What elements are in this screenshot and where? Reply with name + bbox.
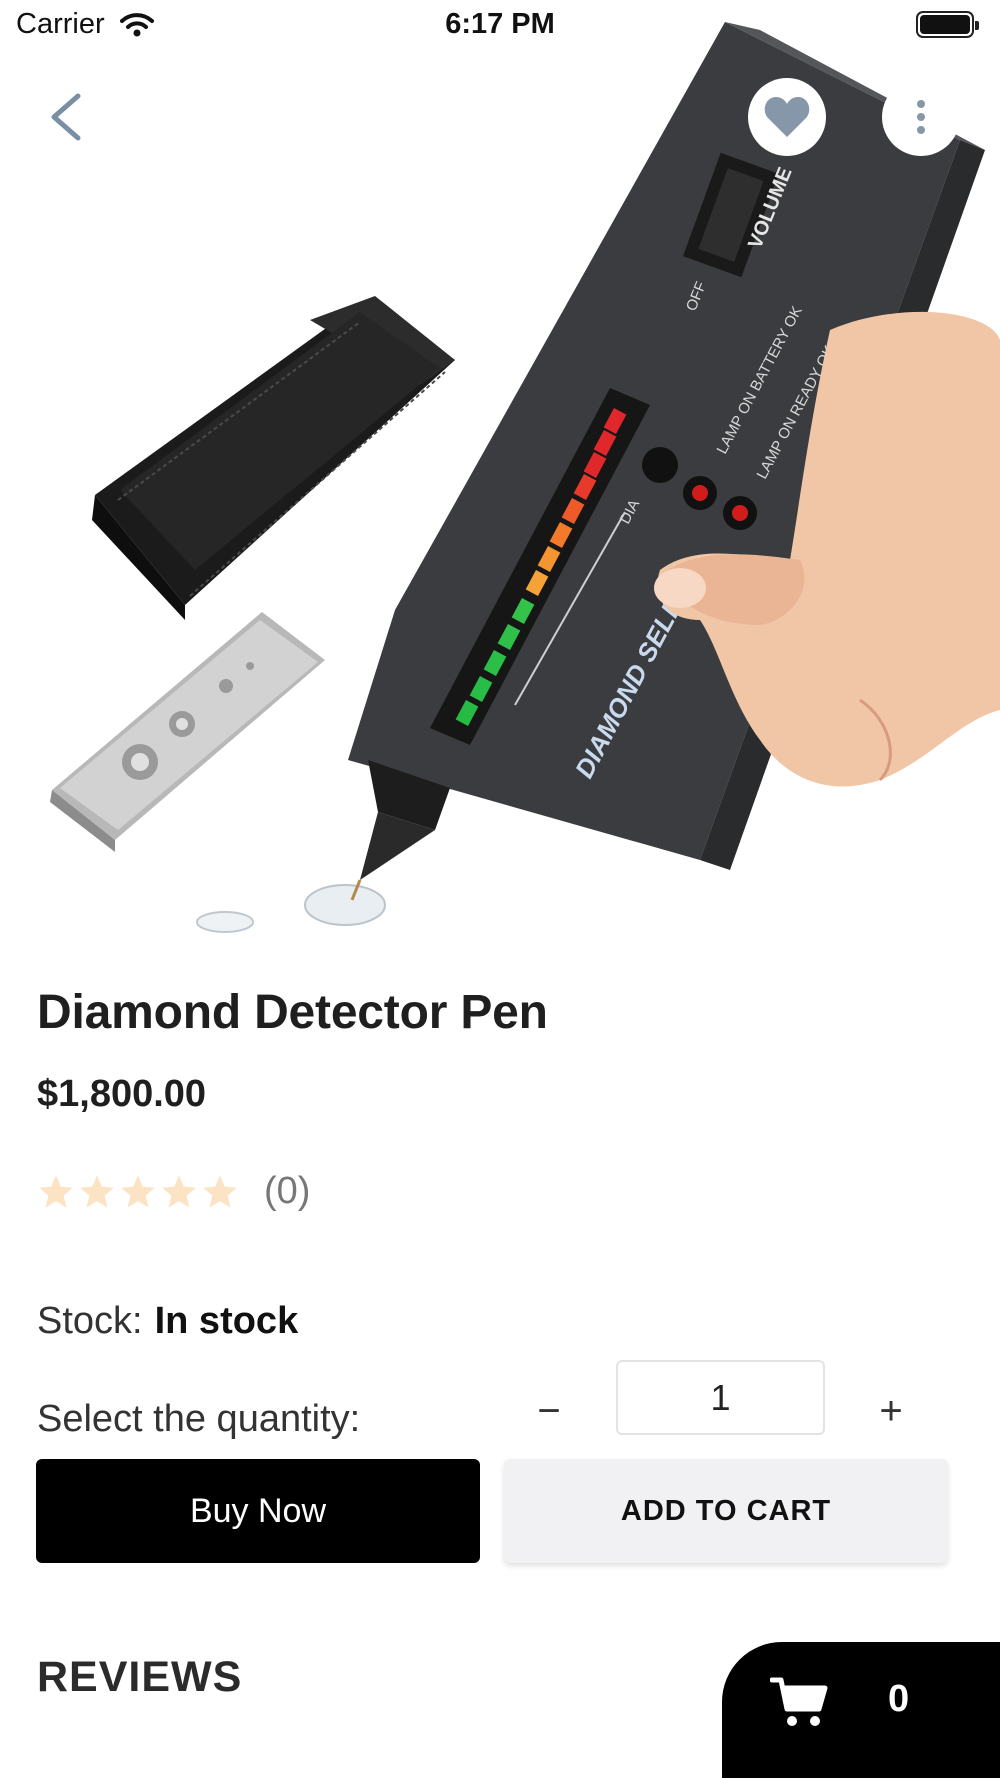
status-time: 6:17 PM [445, 8, 555, 40]
leather-pouch [92, 296, 455, 620]
product-price: $1,800.00 [37, 1073, 207, 1115]
rating: (0) [37, 1170, 310, 1213]
product-image: VOLUME OFF LAMP ON BATTERY OK LAMP ON RE… [0, 0, 1000, 935]
battery-icon [916, 11, 979, 38]
star-icon [121, 1174, 155, 1208]
cart-count: 0 [888, 1678, 910, 1720]
back-button[interactable] [40, 80, 100, 150]
star-icon [203, 1174, 237, 1208]
buy-now-button[interactable]: Buy Now [36, 1459, 480, 1563]
quantity-label: Select the quantity: [37, 1398, 361, 1440]
star-icon [80, 1174, 114, 1208]
rating-count: (0) [264, 1170, 311, 1212]
quantity-decrement-button[interactable]: − [527, 1378, 571, 1444]
stock-status: In stock [154, 1300, 299, 1342]
product-photo: VOLUME OFF LAMP ON BATTERY OK LAMP ON RE… [50, 22, 1000, 933]
chevron-left-icon [51, 93, 81, 141]
diamond-crystals [196, 884, 386, 933]
reviews-heading: REVIEWS [37, 1653, 243, 1701]
metal-plate [50, 612, 325, 852]
cart-button[interactable]: 0 [722, 1642, 1000, 1778]
product-title: Diamond Detector Pen [37, 986, 548, 1039]
more-vertical-icon [917, 100, 925, 134]
star-icon [39, 1174, 73, 1208]
quantity-increment-button[interactable]: + [869, 1378, 913, 1444]
shopping-cart-icon [770, 1677, 828, 1726]
more-options-button[interactable] [882, 78, 960, 156]
quantity-input[interactable] [616, 1360, 825, 1435]
star-icon [162, 1174, 196, 1208]
favorite-button[interactable] [748, 78, 826, 156]
status-bar: Carrier 6:17 PM [0, 0, 1000, 50]
stock-info: Stock: In stock [37, 1300, 298, 1343]
heart-icon [764, 97, 810, 137]
add-to-cart-button[interactable]: ADD TO CART [504, 1459, 948, 1563]
stock-label: Stock: [37, 1300, 143, 1342]
